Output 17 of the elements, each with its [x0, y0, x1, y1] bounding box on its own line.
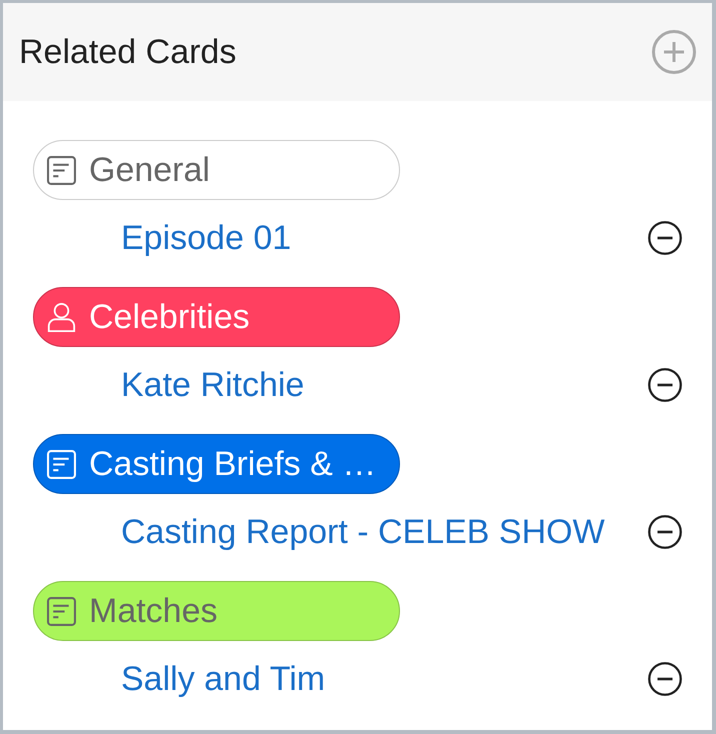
remove-icon[interactable] — [648, 221, 682, 255]
document-icon — [47, 450, 76, 478]
document-icon — [47, 156, 76, 184]
remove-icon[interactable] — [648, 368, 682, 402]
card-link[interactable]: Sally and Tim — [121, 660, 326, 698]
card-link[interactable]: Episode 01 — [121, 218, 292, 258]
category-pill[interactable]: Celebrities — [33, 287, 400, 347]
person-icon — [47, 302, 76, 332]
panel-title: Related Cards — [19, 32, 236, 72]
remove-icon[interactable] — [648, 515, 682, 549]
category-pill[interactable]: Matches — [33, 581, 400, 641]
document-icon — [47, 596, 76, 626]
card-link[interactable]: Casting Report - CELEB SHOW — [121, 512, 605, 552]
card-link[interactable]: Kate Ritchie — [121, 366, 304, 404]
remove-icon[interactable] — [648, 662, 682, 696]
category-pill[interactable]: General — [33, 140, 400, 200]
category-pill[interactable]: Casting Briefs & … — [33, 434, 400, 494]
